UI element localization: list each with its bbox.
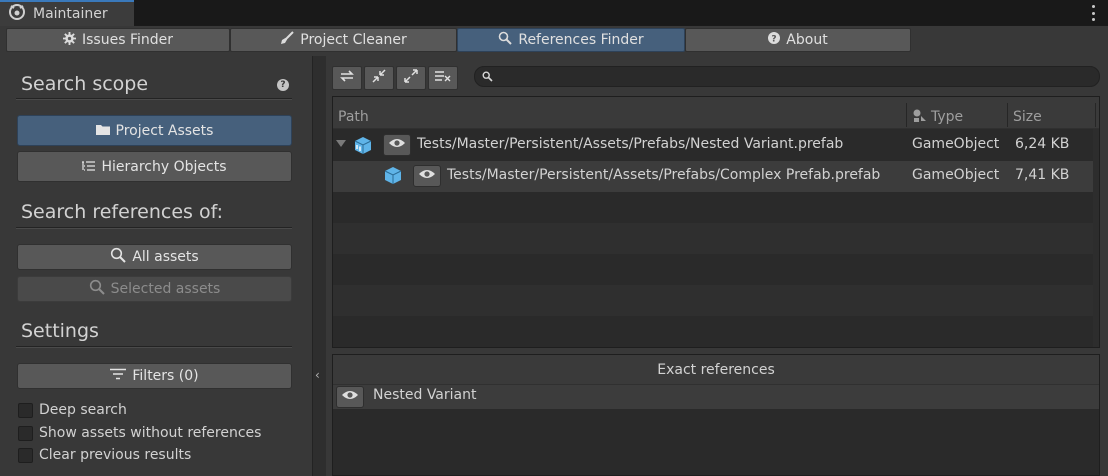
button-label: Filters (0) [132, 368, 199, 384]
type-icon [913, 109, 927, 127]
help-icon[interactable]: ? [277, 79, 289, 91]
references-table: Path Type Size Tests/Master/Persistent/A… [332, 96, 1100, 348]
button-label: Selected assets [110, 281, 221, 297]
tab-label: Issues Finder [82, 32, 173, 48]
hierarchy-icon [82, 159, 96, 175]
row-path: Tests/Master/Persistent/Assets/Prefabs/C… [447, 167, 881, 183]
clear-previous-toggle[interactable]: Clear previous results [18, 447, 191, 463]
clear-results-button[interactable] [428, 66, 458, 90]
column-path[interactable]: Path [338, 109, 369, 125]
help-icon: ? [768, 32, 781, 48]
clear-previous-checkbox[interactable] [18, 447, 33, 463]
window-title: Maintainer [33, 6, 108, 22]
main-tabs: Issues Finder Project Cleaner References… [0, 26, 1108, 56]
ping-asset-button[interactable] [383, 134, 411, 156]
exact-references-title: Exact references [333, 355, 1099, 385]
tab-about[interactable]: ? About [685, 28, 911, 52]
button-label: Project Assets [115, 122, 214, 139]
divider [16, 227, 292, 228]
button-label: All assets [132, 249, 199, 265]
unity-logo-icon [8, 3, 26, 25]
eye-icon [388, 137, 406, 153]
row-size: 6,24 KB [1015, 136, 1070, 152]
hierarchy-objects-button[interactable]: Hierarchy Objects [17, 151, 292, 182]
table-row[interactable]: Tests/Master/Persistent/Assets/Prefabs/N… [333, 130, 1099, 161]
deep-search-toggle[interactable]: Deep search [18, 402, 127, 418]
column-separator[interactable] [906, 103, 907, 127]
search-icon [498, 31, 513, 49]
checkbox-label: Show assets without references [39, 425, 262, 441]
refresh-button[interactable] [332, 66, 362, 90]
left-panel: Search scope ? Project Assets Hierarchy … [0, 56, 312, 476]
tab-label: Project Cleaner [300, 32, 407, 48]
eye-icon [341, 389, 359, 405]
settings-title: Settings [21, 320, 99, 342]
column-separator[interactable] [1095, 103, 1096, 127]
window-header: Maintainer [0, 0, 1108, 26]
prefab-icon [383, 166, 403, 190]
clear-list-icon [435, 70, 451, 86]
tab-references-finder[interactable]: References Finder [457, 28, 685, 52]
collapse-icon [372, 69, 386, 87]
search-icon [482, 70, 493, 86]
divider [16, 346, 292, 347]
expand-all-button[interactable] [396, 66, 426, 90]
column-separator[interactable] [1007, 103, 1008, 127]
window-tab[interactable]: Maintainer [0, 0, 134, 26]
eye-icon [418, 168, 436, 184]
button-label: Hierarchy Objects [101, 158, 227, 175]
refresh-icon [339, 69, 355, 87]
column-size[interactable]: Size [1013, 109, 1042, 125]
expand-icon [404, 69, 418, 87]
table-row[interactable]: Tests/Master/Persistent/Assets/Prefabs/C… [333, 161, 1099, 192]
panel-splitter[interactable]: ‹ [312, 56, 326, 476]
kebab-icon[interactable] [1090, 5, 1096, 21]
row-path: Tests/Master/Persistent/Assets/Prefabs/N… [417, 136, 844, 152]
list-item[interactable]: Nested Variant [333, 385, 1099, 409]
folder-icon [95, 123, 110, 139]
project-assets-button[interactable]: Project Assets [17, 115, 292, 146]
tab-project-cleaner[interactable]: Project Cleaner [230, 28, 457, 52]
filter-icon [110, 368, 127, 384]
column-type[interactable]: Type [931, 109, 963, 125]
checkbox-label: Deep search [39, 402, 127, 418]
deep-search-checkbox[interactable] [18, 402, 33, 418]
tab-issues-finder[interactable]: Issues Finder [6, 28, 230, 52]
search-icon [110, 247, 127, 267]
search-scope-title: Search scope [21, 73, 149, 95]
selected-assets-button[interactable]: Selected assets [17, 276, 292, 302]
tab-label: References Finder [518, 32, 644, 48]
collapse-all-button[interactable] [364, 66, 394, 90]
ping-reference-button[interactable] [336, 386, 364, 408]
empty-row [333, 223, 1099, 254]
right-panel: Path Type Size Tests/Master/Persistent/A… [326, 56, 1108, 476]
all-assets-button[interactable]: All assets [17, 244, 292, 270]
prefab-variant-icon [353, 136, 373, 160]
expand-arrow-icon[interactable] [336, 140, 346, 147]
broom-icon [280, 31, 294, 49]
ping-asset-button[interactable] [413, 165, 441, 187]
tab-label: About [786, 32, 828, 48]
table-header: Path Type Size [333, 97, 1099, 129]
search-input[interactable] [474, 66, 1100, 87]
search-icon [89, 279, 105, 299]
filters-button[interactable]: Filters (0) [17, 363, 292, 389]
checkbox-label: Clear previous results [39, 447, 192, 463]
row-type: GameObject [912, 136, 1000, 152]
row-type: GameObject [912, 167, 1000, 183]
exact-references-panel: Exact references Nested Variant [332, 354, 1100, 476]
empty-row [333, 285, 1099, 316]
svg-text:?: ? [772, 35, 777, 45]
reference-label: Nested Variant [373, 387, 477, 403]
show-without-refs-toggle[interactable]: Show assets without references [18, 425, 261, 441]
divider [16, 98, 292, 99]
show-without-refs-checkbox[interactable] [18, 425, 33, 441]
search-references-title: Search references of: [21, 201, 224, 223]
row-size: 7,41 KB [1015, 167, 1070, 183]
scrollbar[interactable] [1093, 129, 1099, 347]
collapse-left-icon[interactable]: ‹ [315, 368, 320, 382]
gear-icon [63, 31, 76, 49]
